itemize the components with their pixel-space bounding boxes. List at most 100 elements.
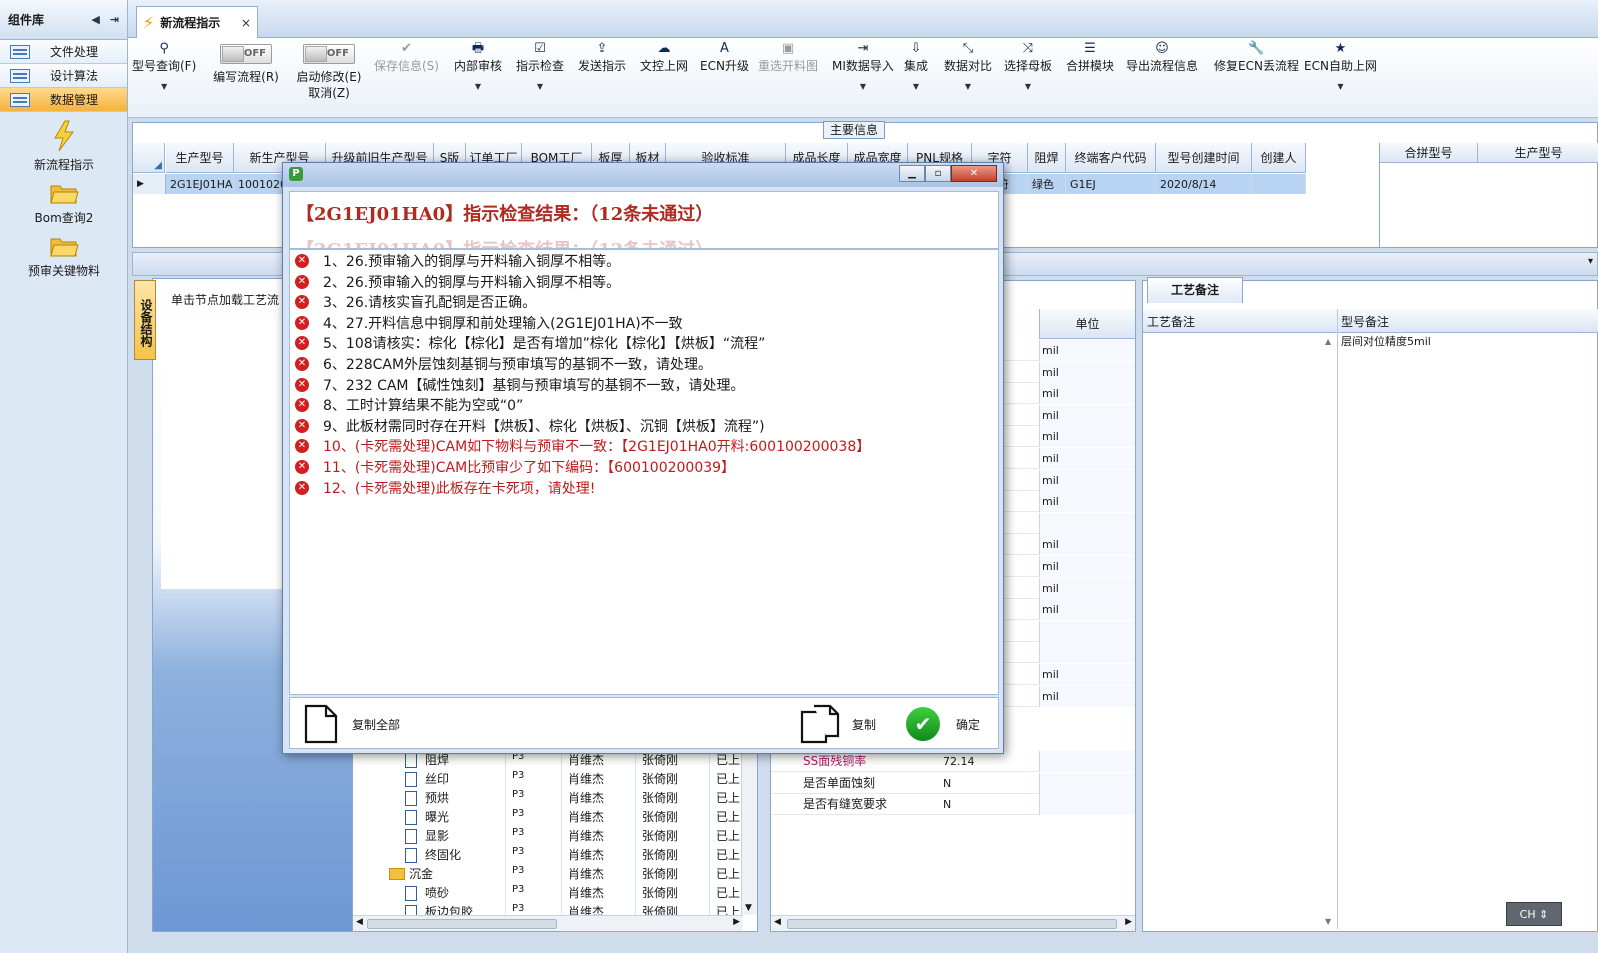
tab-process-notes[interactable]: 工艺备注 <box>1147 277 1243 303</box>
scroll-left-icon[interactable]: ◀ <box>774 917 781 927</box>
ribbon-button-9[interactable]: A ECN升级 <box>700 40 749 74</box>
ribbon-icon: ⇩ <box>910 41 922 56</box>
message-item[interactable]: ✕ 6、228CAM外层蚀刻基铜与预审填写的基铜不一致，请处理。 <box>290 354 712 374</box>
grid-cell[interactable] <box>1252 174 1306 194</box>
flow-row[interactable]: 显影 P3肖维杰张倚刚已上区 <box>353 827 743 846</box>
chevron-down-icon[interactable]: ▼ <box>1304 80 1377 94</box>
copy-all-button[interactable]: 复制全部 <box>304 704 400 744</box>
flow-horizontal-scrollbar[interactable]: ◀ ▶ <box>353 915 743 931</box>
message-item[interactable]: ✕ 1、26.预审输入的铜厚与开料输入铜厚不相等。 <box>290 251 620 271</box>
chevron-down-icon[interactable]: ▼ <box>832 80 894 94</box>
message-item[interactable]: ✕ 8、工时计算结果不能为空或“0” <box>290 395 523 415</box>
ribbon-button-7[interactable]: ⇪ 发送指示 <box>578 40 626 74</box>
flow-row[interactable]: 曝光 P3肖维杰张倚刚已上区 <box>353 808 743 827</box>
message-item[interactable]: ✕ 9、此板材需同时存在开料【烘板】、棕化【烘板】、沉铜【烘板】流程”) <box>290 416 765 436</box>
grid-cell[interactable]: 绿色 <box>1028 174 1066 194</box>
tab-new-process-instruction[interactable]: ⚡ 新流程指示 × <box>136 6 258 38</box>
scroll-down-icon[interactable]: ▼ <box>745 903 752 913</box>
col-header[interactable]: 终端客户代码 <box>1066 143 1156 173</box>
col-header[interactable]: 生产型号 <box>166 143 234 173</box>
tool-item-3[interactable]: 预审关键物料 <box>0 234 128 279</box>
message-item[interactable]: ✕ 12、(卡死需处理)此板存在卡死项，请处理! <box>290 478 595 498</box>
chevron-down-icon[interactable]: ▼ <box>904 80 928 94</box>
nav-item-3[interactable]: 数据管理 <box>0 88 127 112</box>
tool-item-2[interactable]: Bom查询2 <box>0 181 128 226</box>
flow-vertical-scrollbar[interactable]: ▼ <box>741 753 757 915</box>
prop-horizontal-scrollbar[interactable]: ◀ ▶ <box>771 915 1135 931</box>
close-button[interactable]: ✕ <box>951 165 997 182</box>
nav-item-1[interactable]: 文件处理 <box>0 40 127 64</box>
prop-row[interactable]: 是否有缝宽要求 N <box>771 794 1135 816</box>
col-header[interactable]: 阻焊 <box>1028 143 1066 173</box>
ribbon-button-8[interactable]: ☁ 文控上网 <box>640 40 688 74</box>
ribbon-button-15[interactable]: ☰ 合拼模块 <box>1066 40 1114 74</box>
scroll-up-icon[interactable]: ▲ <box>1325 337 1331 346</box>
scroll-right-icon[interactable]: ▶ <box>1125 917 1132 927</box>
chevron-down-icon[interactable]: ▼ <box>454 80 502 94</box>
message-item[interactable]: ✕ 3、26.请核实盲孔配铜是否正确。 <box>290 292 536 312</box>
grid-cell[interactable]: G1EJ <box>1066 174 1156 194</box>
message-item[interactable]: ✕ 10、(卡死需处理)CAM如下物料与预审不一致：【2G1EJ01HA0开料:6… <box>290 436 870 456</box>
ribbon-button-17[interactable]: 🔧 修复ECN丢流程 <box>1214 40 1299 74</box>
tool-item-1[interactable]: 新流程指示 <box>0 120 128 173</box>
dialog-titlebar[interactable]: P ▁ ▫ ✕ <box>283 163 1003 187</box>
ribbon-button-6[interactable]: ☑ 指示检查 ▼ <box>516 40 564 94</box>
flow-row[interactable]: 终固化 P3肖维杰张倚刚已上区 <box>353 846 743 865</box>
ribbon-button-16[interactable]: ☺ 导出流程信息 <box>1126 40 1198 74</box>
col-header[interactable]: 创建人 <box>1252 143 1306 173</box>
prop-row[interactable]: 是否单面蚀刻 N <box>771 772 1135 794</box>
pin-icon[interactable]: ⇥ <box>110 13 119 26</box>
ribbon-icon: ▣ <box>781 41 795 56</box>
collapse-left-icon[interactable]: ◀ <box>91 13 99 26</box>
ribbon-button-4[interactable]: ✔ 保存信息(S) <box>374 40 439 74</box>
close-tab-icon[interactable]: × <box>241 16 251 30</box>
collapse-lower-icon[interactable]: ▾ <box>1588 256 1593 267</box>
notes-header-row: 工艺备注 型号备注 <box>1143 309 1598 333</box>
message-item[interactable]: ✕ 4、27.开料信息中铜厚和前处理输入(2G1EJ01HA)不一致 <box>290 313 683 333</box>
message-item[interactable]: ✕ 2、26.预审输入的铜厚与开料输入铜厚不相等。 <box>290 272 620 292</box>
prop-scroll-thumb[interactable] <box>787 919 1117 929</box>
chevron-down-icon[interactable]: ▼ <box>1004 80 1052 94</box>
flow-scroll-thumb[interactable] <box>367 919 557 929</box>
prop-row[interactable]: SS面残铜率 72.14 <box>771 751 1135 772</box>
flow-row[interactable]: 沉金 P3肖维杰张倚刚已上区 <box>353 865 743 884</box>
ribbon-button-13[interactable]: ⤡ 数据对比 ▼ <box>944 40 992 94</box>
ribbon-button-10[interactable]: ▣ 重选开料图 <box>758 40 818 74</box>
flow-row[interactable]: 喷砂 P3肖维杰张倚刚已上区 <box>353 884 743 903</box>
ok-button[interactable]: ✔ 确定 <box>906 704 980 744</box>
flow-step-status: 已上区 <box>709 789 743 808</box>
flow-step-name: 终固化 <box>425 848 462 862</box>
flow-row[interactable]: 预烘 P3肖维杰张倚刚已上区 <box>353 789 743 808</box>
chevron-down-icon[interactable]: ▼ <box>944 80 992 94</box>
tab-equipment-structure[interactable]: 设备结构 <box>134 280 156 360</box>
chevron-down-icon[interactable]: ▼ <box>132 80 196 94</box>
ribbon-button-12[interactable]: ⇩ 集成 ▼ <box>904 40 928 94</box>
scroll-down-icon[interactable]: ▼ <box>1325 917 1331 926</box>
chevron-down-icon[interactable]: ▼ <box>516 80 564 94</box>
prop-name: 是否单面蚀刻 <box>803 775 876 790</box>
message-item[interactable]: ✕ 5、108请核实：棕化【棕化】是否有增加”棕化【棕化】【烘板】“流程” <box>290 333 765 353</box>
toggle-start-modify[interactable]: OFF 启动修改(E) 取消(Z) <box>294 40 364 101</box>
scroll-left-icon[interactable]: ◀ <box>356 917 363 927</box>
col-header[interactable]: 型号创建时间 <box>1156 143 1252 173</box>
toggle-switch[interactable]: OFF <box>303 44 355 64</box>
ribbon-button-18[interactable]: ★ ECN自助上网 ▼ <box>1304 40 1377 94</box>
ribbon-button-14[interactable]: ⤨ 选择母板 ▼ <box>1004 40 1052 94</box>
ime-indicator[interactable]: CH ⇕ <box>1506 902 1562 926</box>
toggle-edit-flow[interactable]: OFF 编写流程(R) <box>212 40 280 85</box>
scroll-right-icon[interactable]: ▶ <box>733 917 740 927</box>
toggle-switch[interactable]: OFF <box>220 44 272 64</box>
ribbon-button-5[interactable]: 🖶 内部审核 ▼ <box>454 40 502 94</box>
ribbon-button-11[interactable]: ⇥ MI数据导入 ▼ <box>832 40 894 94</box>
copy-button[interactable]: 复制 <box>800 704 876 744</box>
row-selector-icon[interactable]: ▶ <box>133 174 166 194</box>
maximize-button[interactable]: ▫ <box>925 165 951 182</box>
grid-cell[interactable]: 2020/8/14 <box>1156 174 1252 194</box>
message-item[interactable]: ✕ 11、(卡死需处理)CAM比预审少了如下编码：【600100200039】 <box>290 457 735 477</box>
nav-item-2[interactable]: 设计算法 <box>0 64 127 88</box>
grid-cell[interactable]: 2G1EJ01HA0 <box>166 174 234 194</box>
minimize-button[interactable]: ▁ <box>899 165 925 182</box>
ribbon-button-1[interactable]: ⚲ 型号查询(F) ▼ <box>132 40 196 94</box>
message-item[interactable]: ✕ 7、232 CAM【碱性蚀刻】基铜与预审填写的基铜不一致，请处理。 <box>290 375 745 395</box>
flow-row[interactable]: 丝印 P3肖维杰张倚刚已上区 <box>353 770 743 789</box>
